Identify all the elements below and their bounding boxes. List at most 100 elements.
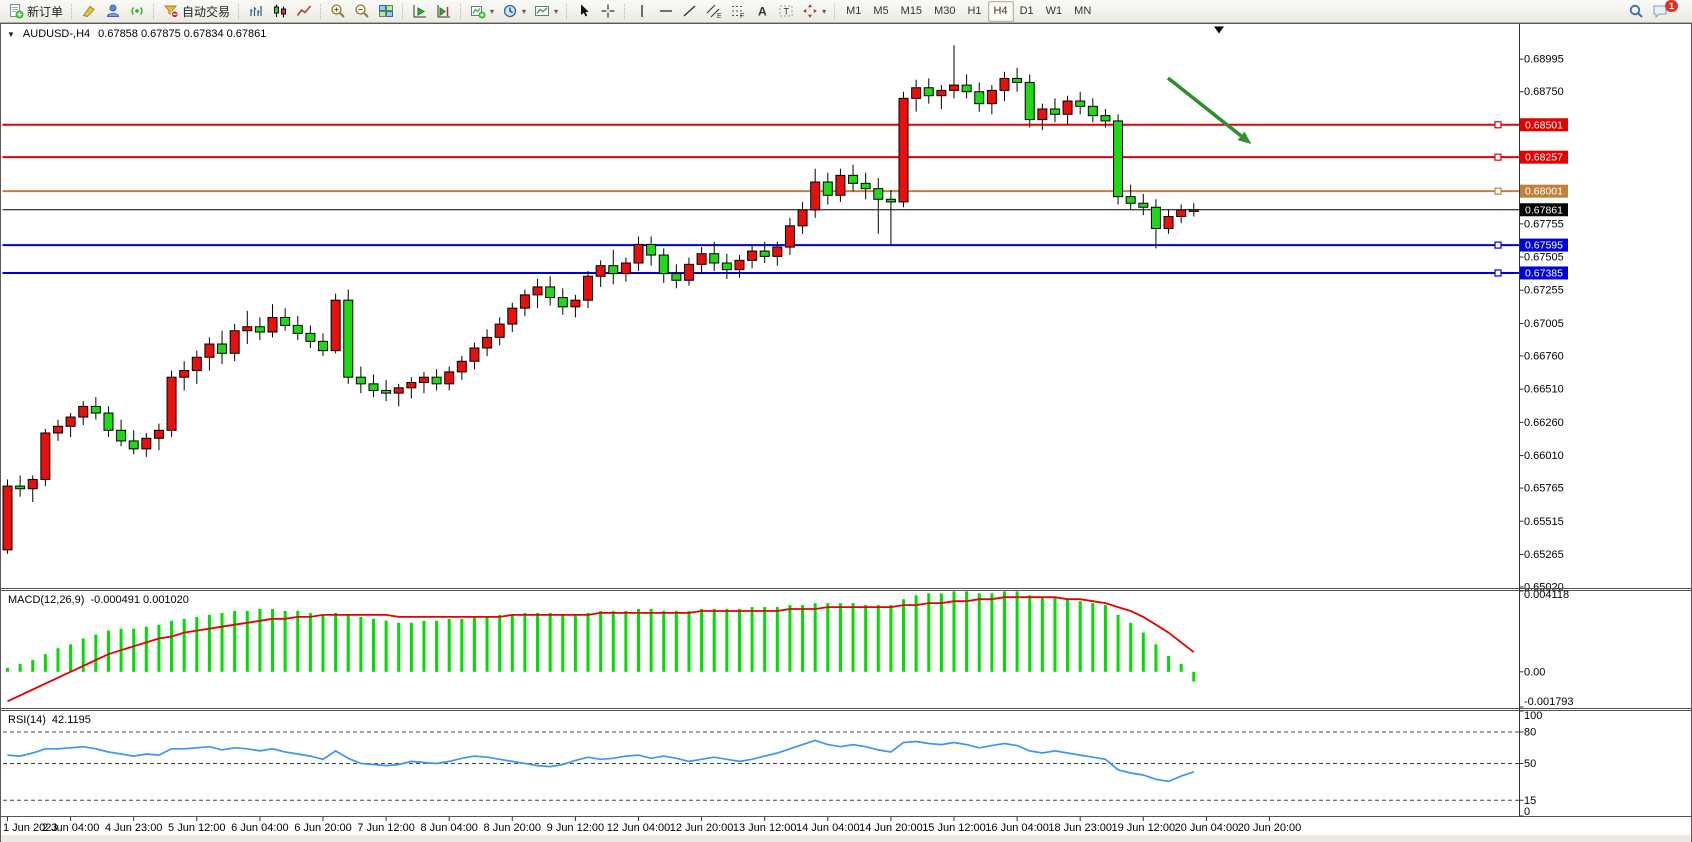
collapse-caret-icon[interactable]: ▼: [7, 30, 15, 39]
toolbar-new-order-button[interactable]: 新订单: [4, 1, 67, 22]
macd-histogram-bar: [359, 617, 362, 672]
macd-histogram-bar: [486, 617, 489, 672]
toolbar-periods-button[interactable]: ▾: [498, 1, 530, 22]
toolbar-bar-chart-mode-button[interactable]: [244, 1, 268, 22]
candle: [1013, 78, 1022, 82]
toolbar-vertical-line-button[interactable]: [630, 1, 654, 22]
macd-histogram-bar: [990, 593, 993, 671]
macd-histogram-bar: [889, 605, 892, 672]
toolbar-templates-button[interactable]: ▾: [530, 1, 562, 22]
toolbar-chart-shift-button[interactable]: [432, 1, 456, 22]
candle: [823, 182, 832, 195]
level-handle[interactable]: [1495, 154, 1501, 160]
candle: [205, 344, 214, 357]
macd-histogram-bar: [1142, 633, 1145, 672]
toolbar-auto-scroll-button[interactable]: [408, 1, 432, 22]
candle: [1139, 203, 1148, 207]
timeframe-W1-button[interactable]: W1: [1040, 1, 1069, 22]
toolbar-candle-chart-mode-button[interactable]: [268, 1, 292, 22]
toolbar-cursor-button[interactable]: [572, 1, 596, 22]
macd-histogram-bar: [334, 613, 337, 672]
toolbar-text-button[interactable]: A: [750, 1, 774, 22]
level-handle[interactable]: [1495, 188, 1501, 194]
macd-histogram-bar: [536, 613, 539, 672]
toolbar-equidistant-channel-button[interactable]: E: [702, 1, 726, 22]
macd-histogram-bar: [157, 625, 160, 672]
time-axis-label: 20 Jun 20:00: [1238, 822, 1302, 834]
macd-histogram-bar: [145, 627, 148, 672]
time-axis-label: 8 Jun 04:00: [420, 822, 478, 834]
macd-histogram-bar: [801, 605, 804, 672]
level-handle[interactable]: [1495, 270, 1501, 276]
macd-histogram-bar: [675, 611, 678, 672]
price-tag-text: 0.67595: [1525, 240, 1563, 252]
macd-histogram-bar: [397, 623, 400, 672]
time-axis-label: 5 Jun 12:00: [168, 822, 226, 834]
macd-histogram-bar: [94, 635, 97, 672]
toolbar-indicators-list-button[interactable]: ▾: [466, 1, 498, 22]
macd-histogram-bar: [460, 619, 463, 672]
toolbar-arrows-button[interactable]: ▾: [798, 1, 830, 22]
toolbar-line-chart-mode-button[interactable]: [292, 1, 316, 22]
timeframe-M5-button[interactable]: M5: [867, 1, 894, 22]
chart-canvas[interactable]: 0.689950.687500.677550.675050.672550.670…: [1, 24, 1691, 842]
macd-histogram-bar: [852, 603, 855, 672]
toolbar-profile-button[interactable]: [101, 1, 125, 22]
rsi-axis-label: 15: [1524, 795, 1536, 807]
toolbar-zoom-in-button[interactable]: [326, 1, 350, 22]
toolbar-styler-button[interactable]: [77, 1, 101, 22]
price-tick-label: 0.65265: [1524, 549, 1564, 561]
macd-histogram-bar: [700, 609, 703, 672]
arrows-icon: [802, 3, 818, 19]
macd-histogram-bar: [814, 603, 817, 672]
candle: [760, 251, 769, 256]
time-axis-label: 15 Jun 12:00: [922, 822, 986, 834]
toolbar-horizontal-line-button[interactable]: [654, 1, 678, 22]
price-tick-label: 0.65515: [1524, 516, 1564, 528]
candle: [91, 406, 100, 413]
macd-histogram-bar: [19, 664, 22, 672]
timeframe-MN-button[interactable]: MN: [1068, 1, 1097, 22]
toolbar-chat-button[interactable]: 1: [1648, 1, 1688, 22]
dropdown-caret-icon[interactable]: ▾: [522, 7, 526, 16]
dropdown-caret-icon[interactable]: ▾: [554, 7, 558, 16]
candle: [647, 244, 656, 255]
toolbar-trendline-button[interactable]: [678, 1, 702, 22]
timeframe-H4-button[interactable]: H4: [988, 1, 1014, 22]
candle: [533, 287, 542, 295]
toolbar-fibonacci-button[interactable]: F: [726, 1, 750, 22]
dropdown-caret-icon[interactable]: ▾: [490, 7, 494, 16]
macd-histogram-bar: [826, 603, 829, 672]
timeframe-D1-button[interactable]: D1: [1014, 1, 1040, 22]
timeframe-M15-button[interactable]: M15: [895, 1, 928, 22]
macd-histogram-bar: [612, 611, 615, 672]
macd-histogram-bar: [410, 623, 413, 672]
candle: [104, 413, 113, 430]
level-handle[interactable]: [1495, 122, 1501, 128]
macd-histogram-bar: [751, 607, 754, 672]
toolbar-separator: [71, 4, 73, 19]
tile-icon: [378, 3, 394, 19]
toolbar-market-signal-button[interactable]: [125, 1, 149, 22]
rsi-title: RSI(14): [8, 714, 46, 726]
bars-icon: [248, 3, 264, 19]
timeframe-H1-button[interactable]: H1: [961, 1, 987, 22]
dropdown-caret-icon[interactable]: ▾: [822, 7, 826, 16]
candle: [154, 430, 163, 438]
toolbar-zoom-out-button[interactable]: [350, 1, 374, 22]
timeframe-M1-button[interactable]: M1: [840, 1, 867, 22]
timeframe-M30-button[interactable]: M30: [928, 1, 961, 22]
candle: [419, 377, 428, 382]
candle: [306, 333, 315, 341]
rsi-axis-label: 100: [1524, 710, 1542, 722]
toolbar-crosshair-button[interactable]: [596, 1, 620, 22]
toolbar-text-label-button[interactable]: T: [774, 1, 798, 22]
candles-icon: [272, 3, 288, 19]
macd-histogram-bar: [1129, 623, 1132, 672]
toolbar-search-button[interactable]: [1624, 1, 1648, 22]
template-icon: [534, 3, 550, 19]
toolbar-tile-windows-button[interactable]: [374, 1, 398, 22]
toolbar-auto-trading-button[interactable]: 自动交易: [159, 1, 234, 22]
candle: [975, 92, 984, 104]
level-handle[interactable]: [1495, 242, 1501, 248]
